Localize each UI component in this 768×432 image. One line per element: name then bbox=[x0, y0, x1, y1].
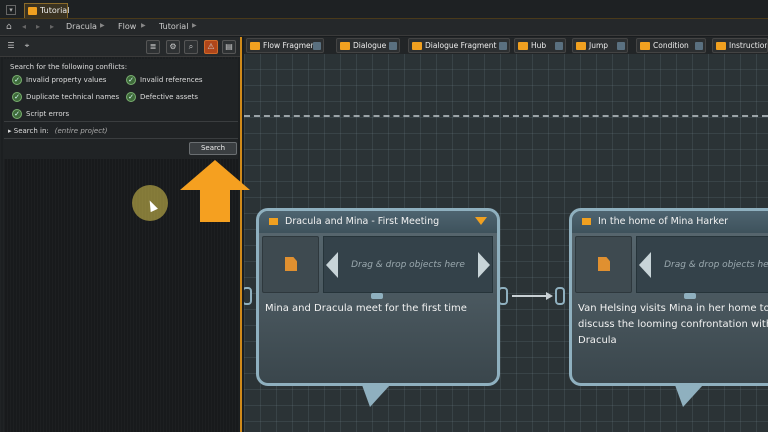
checkbox-invalid-property-values[interactable]: ✓ Invalid property values bbox=[12, 75, 106, 85]
breadcrumb-separator-icon: ▸ bbox=[50, 22, 55, 31]
search-in-label: Search in: bbox=[13, 127, 49, 135]
speech-tail bbox=[362, 385, 390, 407]
conflict-search-panel: ☰ ⌖ ≣ ⚙ ⌕ ⚠ ▤ Search for the following c… bbox=[0, 37, 242, 432]
node-type-dialogue[interactable]: Dialogue bbox=[336, 38, 400, 53]
checkbox-invalid-references[interactable]: ✓ Invalid references bbox=[126, 75, 203, 85]
breadcrumb-separator-icon[interactable]: ▶ bbox=[192, 22, 197, 29]
instruction-icon bbox=[716, 42, 726, 50]
node-type-flow-fragment[interactable]: Flow Fragment bbox=[246, 38, 324, 53]
conflict-search-icon[interactable]: ⚠ bbox=[204, 40, 218, 54]
arrow-left-icon[interactable] bbox=[639, 252, 651, 278]
drop-zone[interactable]: Drag & drop objects here bbox=[323, 236, 493, 293]
output-pin[interactable] bbox=[498, 287, 508, 305]
settings-icon[interactable]: ⚙ bbox=[166, 40, 180, 54]
dialogue-node[interactable]: In the home of Mina Harker Drag & drop o… bbox=[569, 208, 768, 386]
back-icon[interactable]: ◂ bbox=[22, 22, 26, 31]
filter-list-icon[interactable]: ≣ bbox=[146, 40, 160, 54]
flow-fragment-icon bbox=[250, 42, 260, 50]
condition-icon bbox=[640, 42, 650, 50]
checkmark-icon: ✓ bbox=[12, 109, 22, 119]
home-icon[interactable]: ⌂ bbox=[6, 23, 15, 32]
checkmark-icon: ✓ bbox=[12, 92, 22, 102]
document-tab-bar: ▾ Tutorial bbox=[0, 0, 768, 19]
dialogue-icon bbox=[340, 42, 350, 50]
document-tab-label: Tutorial bbox=[40, 6, 70, 15]
node-text: Mina and Dracula meet for the first time bbox=[265, 303, 467, 314]
connection-line[interactable] bbox=[512, 295, 548, 297]
flow-canvas[interactable]: Dracula and Mina - First Meeting Drag & … bbox=[244, 37, 768, 432]
forward-icon[interactable]: ▸ bbox=[36, 22, 40, 31]
checkmark-icon: ✓ bbox=[126, 75, 136, 85]
node-title[interactable]: In the home of Mina Harker bbox=[572, 211, 768, 233]
breadcrumb-separator-icon[interactable]: ▶ bbox=[100, 22, 105, 29]
conflicts-title: Search for the following conflicts: bbox=[10, 63, 128, 71]
flow-folder-icon bbox=[28, 7, 37, 15]
speech-tail bbox=[675, 385, 703, 407]
dashed-guide-line bbox=[244, 115, 768, 117]
node-type-instruction[interactable]: Instruction bbox=[712, 38, 768, 53]
dropdown-icon[interactable] bbox=[695, 42, 703, 50]
node-type-condition[interactable]: Condition bbox=[636, 38, 706, 53]
flag-icon bbox=[269, 218, 278, 225]
checkmark-icon: ✓ bbox=[126, 92, 136, 102]
input-pin[interactable] bbox=[555, 287, 565, 305]
checkmark-icon: ✓ bbox=[12, 75, 22, 85]
arrow-right-icon[interactable] bbox=[478, 252, 490, 278]
node-type-dialogue-fragment[interactable]: Dialogue Fragment bbox=[408, 38, 510, 53]
dropdown-icon[interactable] bbox=[555, 42, 563, 50]
checkbox-duplicate-technical-names[interactable]: ✓ Duplicate technical names bbox=[12, 92, 119, 102]
node-type-hub[interactable]: Hub bbox=[514, 38, 566, 53]
connection-arrow-icon bbox=[546, 292, 553, 300]
list-view-icon[interactable]: ☰ bbox=[4, 40, 18, 54]
jump-icon bbox=[576, 42, 586, 50]
node-title[interactable]: Dracula and Mina - First Meeting bbox=[259, 211, 497, 233]
search-in-row[interactable]: ▸ Search in: (entire project) bbox=[8, 127, 108, 135]
app-window: ▾ Tutorial ⌂ ◂ ▸ ▸ Dracula ▶ Flow ▶ Tuto… bbox=[0, 0, 768, 432]
resize-grip-icon[interactable] bbox=[684, 293, 696, 299]
node-type-toolbar: Flow Fragment Dialogue Dialogue Fragment… bbox=[244, 37, 768, 54]
checkbox-script-errors[interactable]: ✓ Script errors bbox=[12, 109, 69, 119]
dialogue-fragment-icon bbox=[412, 42, 422, 50]
node-type-jump[interactable]: Jump bbox=[572, 38, 628, 53]
divider bbox=[4, 138, 238, 139]
speaker-slot[interactable] bbox=[575, 236, 632, 293]
clipboard-icon[interactable]: ▤ bbox=[222, 40, 236, 54]
pin-icon[interactable]: ⌖ bbox=[20, 40, 34, 54]
node-text: Van Helsing visits Mina in her home to d… bbox=[578, 303, 768, 346]
collapse-icon[interactable] bbox=[475, 217, 487, 225]
flag-icon bbox=[582, 218, 591, 225]
search-button[interactable]: Search bbox=[189, 142, 237, 155]
document-icon bbox=[598, 257, 610, 271]
panel-toolbar: ☰ ⌖ ≣ ⚙ ⌕ ⚠ ▤ bbox=[0, 37, 240, 57]
arrow-left-icon[interactable] bbox=[326, 252, 338, 278]
hub-icon bbox=[518, 42, 528, 50]
tab-menu-icon[interactable]: ▾ bbox=[6, 5, 16, 15]
breadcrumb-item-dracula[interactable]: Dracula bbox=[66, 22, 97, 31]
speaker-slot[interactable] bbox=[262, 236, 319, 293]
breadcrumb-item-flow[interactable]: Flow bbox=[118, 22, 136, 31]
document-icon bbox=[285, 257, 297, 271]
checkbox-defective-assets[interactable]: ✓ Defective assets bbox=[126, 92, 198, 102]
dropdown-icon[interactable] bbox=[617, 42, 625, 50]
divider bbox=[4, 121, 238, 122]
dropdown-icon[interactable] bbox=[499, 42, 507, 50]
dropdown-icon[interactable] bbox=[389, 42, 397, 50]
dialogue-node[interactable]: Dracula and Mina - First Meeting Drag & … bbox=[256, 208, 500, 386]
document-tab-tutorial[interactable]: Tutorial bbox=[24, 3, 70, 18]
dropdown-icon[interactable] bbox=[313, 42, 321, 50]
search-in-value: (entire project) bbox=[54, 127, 108, 135]
resize-grip-icon[interactable] bbox=[371, 293, 383, 299]
breadcrumb-item-tutorial[interactable]: Tutorial bbox=[159, 22, 188, 31]
highlight-arrow-icon bbox=[180, 160, 250, 222]
drop-zone[interactable]: Drag & drop objects here bbox=[636, 236, 768, 293]
breadcrumb: ⌂ ◂ ▸ ▸ Dracula ▶ Flow ▶ Tutorial ▶ bbox=[0, 19, 768, 36]
breadcrumb-separator-icon[interactable]: ▶ bbox=[141, 22, 146, 29]
input-pin[interactable] bbox=[244, 287, 252, 305]
search-icon[interactable]: ⌕ bbox=[184, 40, 198, 54]
